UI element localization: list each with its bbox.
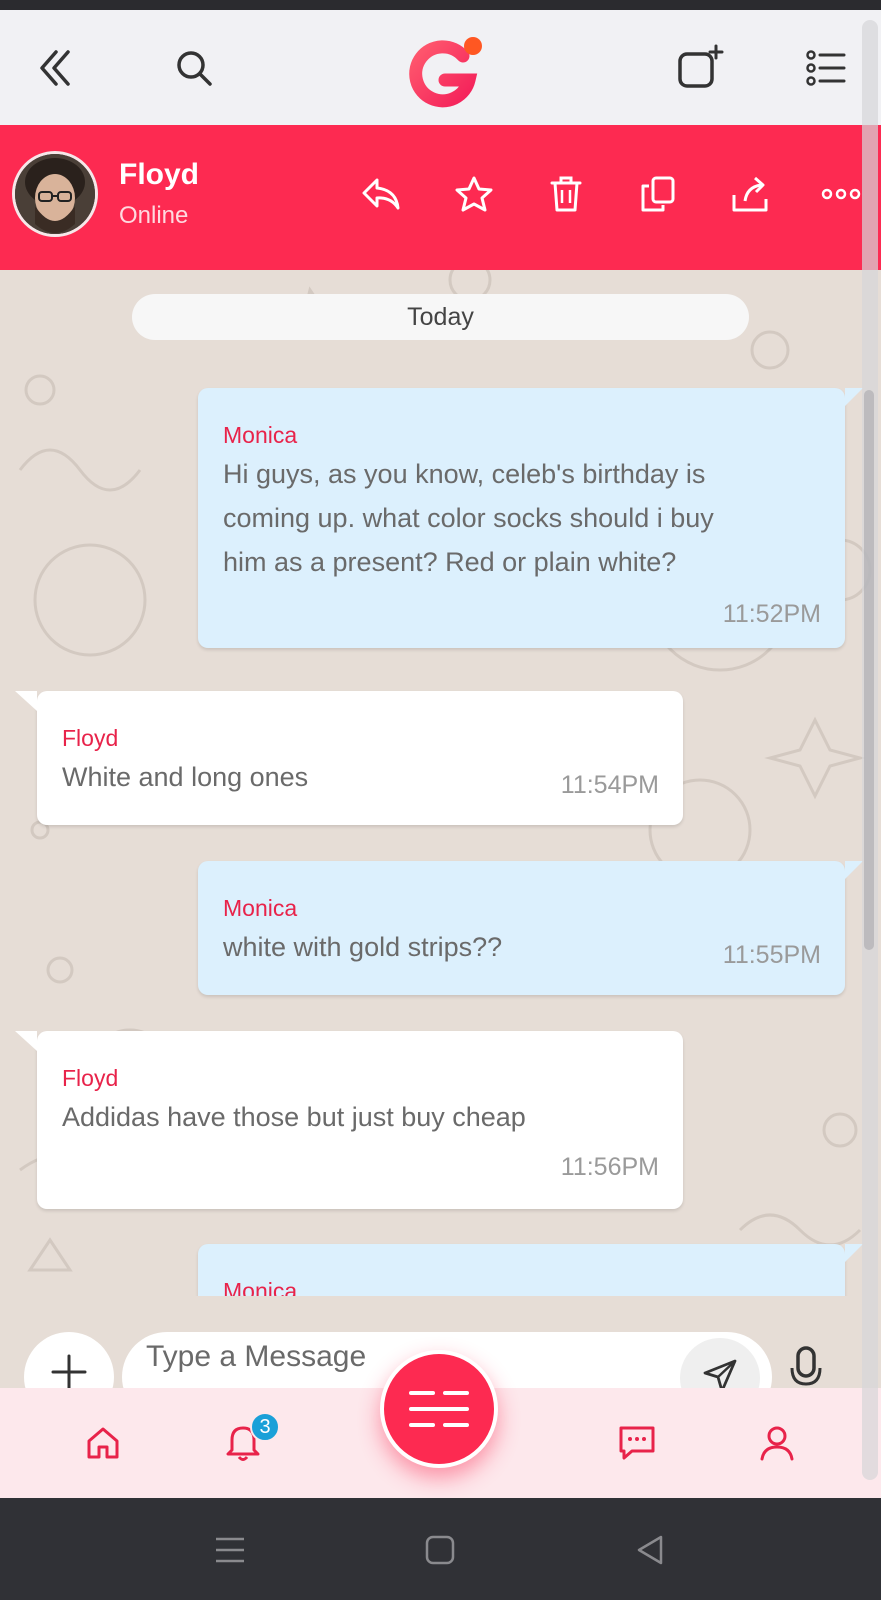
- contact-status: Online: [119, 202, 189, 229]
- star-icon[interactable]: [451, 171, 497, 217]
- home-square-icon[interactable]: [420, 1530, 460, 1570]
- fab-menu-icon: [409, 1391, 469, 1427]
- message-text: Addidas have those but just buy cheap: [62, 1102, 526, 1132]
- notification-badge: 3: [250, 1412, 280, 1442]
- list-menu-icon[interactable]: [798, 40, 854, 96]
- app-logo: [405, 32, 489, 112]
- home-icon[interactable]: [78, 1418, 128, 1468]
- message-bubble-outgoing[interactable]: Monica Hi guys, as you know, celeb's bir…: [198, 388, 863, 648]
- double-chevron-left-icon[interactable]: [26, 40, 82, 96]
- message-text: Hi guys, as you know, celeb's birthday i…: [223, 459, 714, 577]
- message-sender: Floyd: [62, 1065, 119, 1091]
- contact-name: Floyd: [119, 158, 199, 191]
- message-sender: Floyd: [62, 725, 119, 751]
- message-bubble-incoming[interactable]: Floyd Addidas have those but just buy ch…: [15, 1031, 683, 1209]
- message-bubble-incoming[interactable]: Floyd White and long ones 11:54PM: [15, 691, 683, 825]
- search-icon[interactable]: [166, 40, 222, 96]
- message-bubble-outgoing[interactable]: Monica: [198, 1244, 863, 1296]
- message-time: 11:54PM: [560, 771, 659, 799]
- message-bubble-outgoing[interactable]: Monica white with gold strips?? 11:55PM: [198, 861, 863, 995]
- new-chat-icon[interactable]: [672, 40, 728, 96]
- more-icon[interactable]: [818, 171, 864, 217]
- messages-icon[interactable]: [612, 1418, 662, 1468]
- scrollbar-thumb[interactable]: [864, 390, 874, 950]
- back-triangle-icon[interactable]: [630, 1530, 670, 1570]
- message-time: 11:55PM: [722, 941, 821, 969]
- message-text: White and long ones: [62, 762, 309, 792]
- message-sender: Monica: [223, 1278, 298, 1296]
- message-time: 11:52PM: [722, 600, 821, 628]
- share-icon[interactable]: [727, 171, 773, 217]
- avatar[interactable]: [12, 151, 98, 237]
- top-app-bar: [0, 10, 881, 125]
- message-sender: Monica: [223, 422, 298, 448]
- status-strip: [0, 0, 881, 10]
- menu-fab[interactable]: [380, 1350, 498, 1468]
- profile-icon[interactable]: [752, 1418, 802, 1468]
- recent-apps-icon[interactable]: [210, 1530, 250, 1570]
- date-divider: Today: [132, 294, 749, 340]
- reply-icon[interactable]: [358, 171, 404, 217]
- system-navigation-bar: [0, 1498, 881, 1600]
- chat-header: Floyd Online: [0, 125, 881, 270]
- trash-icon[interactable]: [543, 171, 589, 217]
- message-sender: Monica: [223, 895, 298, 921]
- message-time: 11:56PM: [560, 1153, 659, 1181]
- message-text: white with gold strips??: [223, 932, 503, 962]
- copy-icon[interactable]: [635, 171, 681, 217]
- chat-area[interactable]: Today Monica Hi guys, as you know, celeb…: [0, 270, 881, 1296]
